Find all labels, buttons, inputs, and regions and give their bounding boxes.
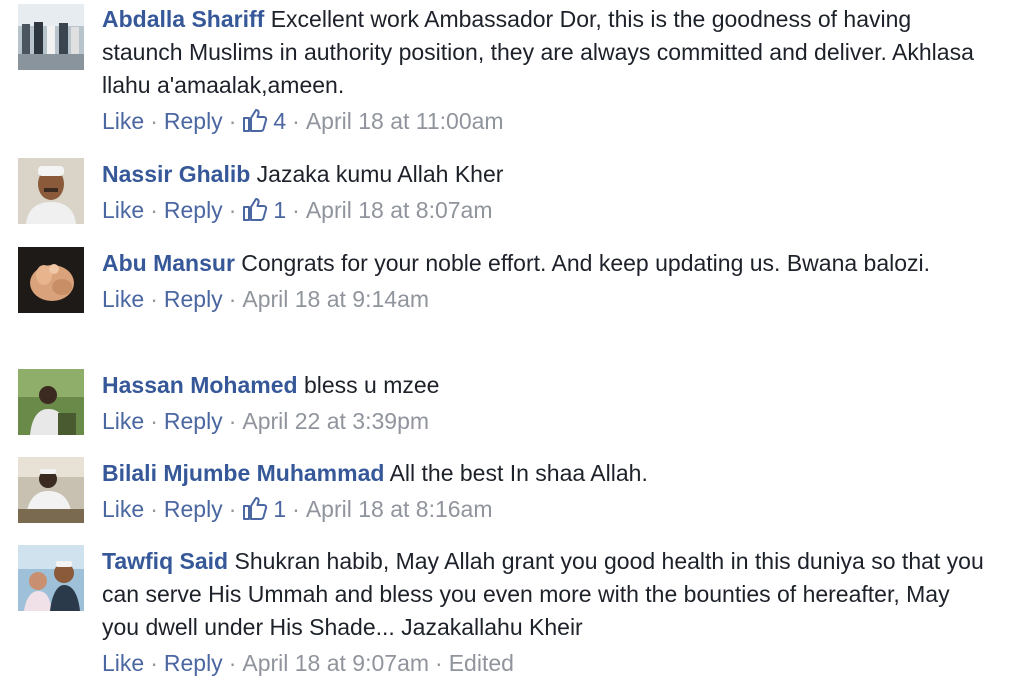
comment-actions: Like · Reply · April 18 at 9:14am [102,283,984,316]
separator: · [150,496,158,522]
comment-timestamp[interactable]: April 18 at 9:07am [242,650,429,676]
like-button[interactable]: Like [102,408,144,434]
comment-author[interactable]: Abu Mansur [102,250,235,276]
thumbs-up-icon [243,198,268,221]
comment-timestamp[interactable]: April 18 at 8:16am [306,496,493,522]
like-count[interactable]: 1 [242,197,286,223]
separator: · [228,650,237,676]
comment-text-block: Hassan Mohamed bless u mzee [102,369,984,402]
comment-actions: Like · Reply · April 22 at 3:39pm [102,405,984,438]
separator: · [150,408,158,434]
comment-text-block: Abdalla Shariff Excellent work Ambassado… [102,3,984,102]
comment-body: Abdalla Shariff Excellent work Ambassado… [102,3,984,138]
comment-timestamp[interactable]: April 18 at 8:07am [306,197,493,223]
reply-button[interactable]: Reply [164,108,223,134]
thumbs-up-icon [243,497,268,520]
edited-label[interactable]: Edited [449,650,514,676]
like-count-value: 4 [273,108,287,134]
comment-text: Shukran habib, May Allah grant you good … [102,548,984,640]
like-count[interactable]: 4 [242,108,286,134]
separator: · [435,650,443,676]
comment-body: Bilali Mjumbe Muhammad All the best In s… [102,457,984,526]
separator: · [228,286,237,312]
avatar[interactable] [18,545,84,611]
comment-text-block: Nassir Ghalib Jazaka kumu Allah Kher [102,158,984,191]
comment-text-block: Abu Mansur Congrats for your noble effor… [102,247,984,280]
reply-button[interactable]: Reply [164,286,223,312]
separator: · [150,650,158,676]
comment-text-block: Bilali Mjumbe Muhammad All the best In s… [102,457,984,490]
comment-author[interactable]: Abdalla Shariff [102,6,264,32]
like-count-value: 1 [273,496,287,522]
comment-text: Jazaka kumu Allah Kher [256,161,504,187]
photo-avatar-icon [18,457,84,523]
comment-body: Abu Mansur Congrats for your noble effor… [102,247,984,316]
like-button[interactable]: Like [102,197,144,223]
comment-actions: Like · Reply · April 18 at 9:07am · Edited [102,647,984,680]
photo-avatar-icon [18,369,84,435]
avatar[interactable] [18,247,84,313]
reply-button[interactable]: Reply [164,496,223,522]
comment-timestamp[interactable]: April 18 at 9:14am [242,286,429,312]
like-button[interactable]: Like [102,108,144,134]
like-count[interactable]: 1 [242,496,286,522]
like-button[interactable]: Like [102,650,144,676]
reply-button[interactable]: Reply [164,408,223,434]
comment-text-block: Tawfiq Said Shukran habib, May Allah gra… [102,545,984,644]
comment-body: Nassir Ghalib Jazaka kumu Allah Kher Lik… [102,158,984,227]
comment-actions: Like · Reply · 1 · April 18 at 8:07am [102,194,984,227]
comment-author[interactable]: Nassir Ghalib [102,161,250,187]
reply-button[interactable]: Reply [164,197,223,223]
separator: · [228,197,237,223]
photo-avatar-icon [18,545,84,611]
comment-author[interactable]: Tawfiq Said [102,548,228,574]
comment-timestamp[interactable]: April 18 at 11:00am [306,108,504,134]
photo-avatar-icon [18,247,84,313]
photo-avatar-icon [18,158,84,224]
comment-text: bless u mzee [303,372,440,398]
avatar[interactable] [18,369,84,435]
thumbs-up-icon [243,109,268,132]
comment-author[interactable]: Hassan Mohamed [102,372,298,398]
comment-actions: Like · Reply · 1 · April 18 at 8:16am [102,493,984,526]
comment-actions: Like · Reply · 4 · April 18 at 11:00am [102,105,984,138]
separator: · [228,496,237,522]
comment-body: Tawfiq Said Shukran habib, May Allah gra… [102,545,984,680]
separator: · [292,108,300,134]
comment-text: All the best In shaa Allah. [389,460,648,486]
separator: · [150,286,158,312]
comment-author[interactable]: Bilali Mjumbe Muhammad [102,460,384,486]
like-count-value: 1 [273,197,287,223]
comment-body: Hassan Mohamed bless u mzee Like · Reply · A… [102,369,984,438]
like-button[interactable]: Like [102,496,144,522]
separator: · [228,108,237,134]
comment-timestamp[interactable]: April 22 at 3:39pm [242,408,429,434]
separator: · [228,408,237,434]
like-button[interactable]: Like [102,286,144,312]
avatar[interactable] [18,158,84,224]
reply-button[interactable]: Reply [164,650,223,676]
separator: · [150,108,158,134]
avatar[interactable] [18,4,84,70]
comment-list: Abdalla Shariff Excellent work Ambassado… [0,0,1024,689]
separator: · [150,197,158,223]
separator: · [292,496,300,522]
photo-avatar-icon [18,4,84,70]
avatar[interactable] [18,457,84,523]
separator: · [292,197,300,223]
comment-text: Congrats for your noble effort. And keep… [241,250,931,276]
